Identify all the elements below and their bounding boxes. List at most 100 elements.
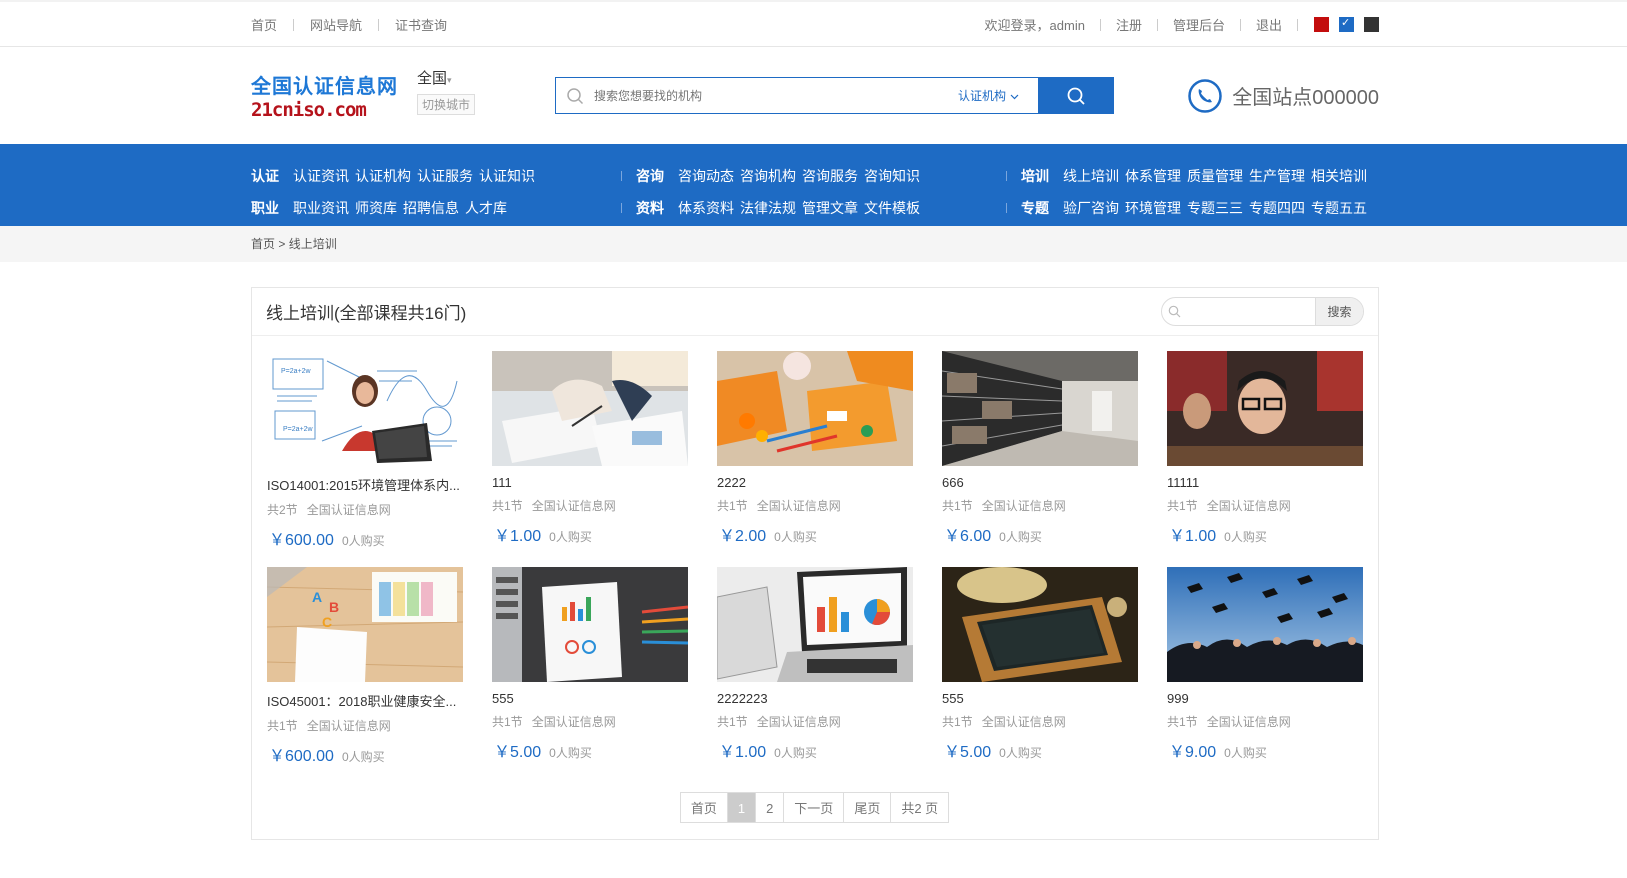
- nav-item[interactable]: 招聘信息: [403, 198, 459, 218]
- nav-item[interactable]: 专题三三: [1187, 198, 1243, 218]
- nav-item[interactable]: 人才库: [465, 198, 507, 218]
- course-thumbnail[interactable]: [1167, 567, 1363, 682]
- search-type-dropdown[interactable]: 认证机构: [958, 78, 1038, 113]
- logout-link[interactable]: 退出: [1256, 15, 1282, 34]
- breadcrumb-home[interactable]: 首页: [251, 237, 275, 251]
- course-search-input[interactable]: [1186, 298, 1315, 325]
- breadcrumb: 首页 > 线上培训: [251, 226, 1379, 262]
- course-title[interactable]: 555: [942, 691, 1138, 706]
- pager-page-1[interactable]: 1: [726, 792, 757, 823]
- course-card[interactable]: 2222223 共1节 全国认证信息网 ￥1.00 0人购买: [717, 567, 913, 783]
- nav-item[interactable]: 验厂咨询: [1063, 198, 1119, 218]
- register-link[interactable]: 注册: [1116, 15, 1142, 34]
- admin-link[interactable]: 管理后台: [1173, 15, 1225, 34]
- nav-item[interactable]: 认证知识: [479, 166, 535, 186]
- nav-item[interactable]: 咨询机构: [740, 166, 796, 186]
- course-title[interactable]: 999: [1167, 691, 1363, 706]
- theme-red-swatch[interactable]: [1314, 17, 1329, 32]
- nav-item[interactable]: 环境管理: [1125, 198, 1181, 218]
- nav-item[interactable]: 咨询服务: [802, 166, 858, 186]
- course-thumbnail[interactable]: [492, 567, 688, 682]
- nav-item[interactable]: 质量管理: [1187, 166, 1243, 186]
- course-search-button[interactable]: 搜索: [1315, 298, 1363, 325]
- course-card[interactable]: A B C ISO45001：2018职业健康安全... 共1节 全国认证信息网 …: [267, 567, 463, 783]
- pager-first[interactable]: 首页: [679, 792, 728, 823]
- course-card[interactable]: 11111 共1节 全国认证信息网 ￥1.00 0人购买: [1167, 351, 1363, 567]
- top-link-home[interactable]: 首页: [251, 15, 277, 34]
- nav-category[interactable]: 认证: [251, 166, 279, 186]
- course-thumbnail[interactable]: [717, 567, 913, 682]
- nav-item[interactable]: 线上培训: [1063, 166, 1119, 186]
- course-thumbnail[interactable]: [942, 351, 1138, 466]
- theme-dark-swatch[interactable]: [1364, 17, 1379, 32]
- nav-item[interactable]: 体系资料: [678, 198, 734, 218]
- nav-item[interactable]: 认证资讯: [293, 166, 349, 186]
- course-title[interactable]: 2222223: [717, 691, 913, 706]
- course-price-row: ￥1.00 0人购买: [492, 522, 688, 546]
- search-button[interactable]: [1038, 78, 1114, 113]
- nav-item[interactable]: 生产管理: [1249, 166, 1305, 186]
- course-thumbnail[interactable]: [1167, 351, 1363, 466]
- nav-row-2: 职业 职业资讯 师资库 招聘信息 人才库 资料 体系资料 法律法规 管理文章 文…: [251, 192, 1379, 224]
- course-price-row: ￥600.00 0人购买: [267, 742, 463, 766]
- course-sections: 共1节: [492, 715, 523, 729]
- breadcrumb-bar: 首页 > 线上培训: [0, 226, 1627, 262]
- nav-item[interactable]: 专题五五: [1311, 198, 1367, 218]
- course-thumbnail[interactable]: [717, 351, 913, 466]
- course-meta: 共1节 全国认证信息网: [717, 713, 913, 730]
- svg-text:A: A: [312, 589, 322, 605]
- nav-item[interactable]: 咨询知识: [864, 166, 920, 186]
- city-selector[interactable]: 全国▾ 切换城市: [417, 67, 476, 115]
- search-type-label: 认证机构: [958, 89, 1007, 103]
- search-input[interactable]: [594, 78, 959, 113]
- nav-item[interactable]: 认证机构: [355, 166, 411, 186]
- course-thumbnail[interactable]: P=2a+2w P=2a+2w: [267, 351, 463, 466]
- nav-item[interactable]: 咨询动态: [678, 166, 734, 186]
- nav-category[interactable]: 职业: [251, 198, 279, 218]
- site-logo[interactable]: 全国认证信息网 21cniso.com: [251, 70, 401, 121]
- nav-item[interactable]: 管理文章: [802, 198, 858, 218]
- top-link-site-nav[interactable]: 网站导航: [310, 15, 362, 34]
- nav-item[interactable]: 相关培训: [1311, 166, 1367, 186]
- course-price: ￥6.00: [944, 528, 992, 545]
- nav-category[interactable]: 咨询: [636, 166, 664, 186]
- divider: [1006, 171, 1007, 181]
- pager-total: 共2 页: [890, 792, 950, 823]
- theme-blue-swatch[interactable]: [1339, 16, 1354, 32]
- divider: [621, 203, 622, 213]
- nav-item[interactable]: 认证服务: [417, 166, 473, 186]
- course-thumbnail[interactable]: A B C: [267, 567, 463, 682]
- course-sections: 共1节: [942, 715, 973, 729]
- nav-item[interactable]: 法律法规: [740, 198, 796, 218]
- nav-item[interactable]: 专题四四: [1249, 198, 1305, 218]
- pager-page-2[interactable]: 2: [755, 792, 785, 823]
- nav-item[interactable]: 师资库: [355, 198, 397, 218]
- top-link-cert-query[interactable]: 证书查询: [395, 15, 447, 34]
- course-title[interactable]: 111: [492, 475, 688, 490]
- course-title[interactable]: 666: [942, 475, 1138, 490]
- course-title[interactable]: ISO45001：2018职业健康安全...: [267, 691, 463, 710]
- course-title[interactable]: 11111: [1167, 475, 1363, 490]
- nav-category[interactable]: 专题: [1021, 198, 1049, 218]
- course-card[interactable]: 555 共1节 全国认证信息网 ￥5.00 0人购买: [942, 567, 1138, 783]
- pager-last[interactable]: 尾页: [843, 792, 892, 823]
- nav-category[interactable]: 培训: [1021, 166, 1049, 186]
- city-switch-button[interactable]: 切换城市: [417, 93, 476, 115]
- course-title[interactable]: 2222: [717, 475, 913, 490]
- course-thumbnail[interactable]: [942, 567, 1138, 682]
- course-card[interactable]: 999 共1节 全国认证信息网 ￥9.00 0人购买: [1167, 567, 1363, 783]
- pager-next[interactable]: 下一页: [783, 792, 845, 823]
- nav-item[interactable]: 体系管理: [1125, 166, 1181, 186]
- course-title[interactable]: ISO14001:2015环境管理体系内...: [267, 475, 463, 494]
- course-title[interactable]: 555: [492, 691, 688, 706]
- course-thumbnail[interactable]: [492, 351, 688, 466]
- nav-item[interactable]: 文件模板: [864, 198, 920, 218]
- course-card[interactable]: P=2a+2w P=2a+2w ISO14001:2015环境管理体系内... …: [267, 351, 463, 567]
- course-card[interactable]: 111 共1节 全国认证信息网 ￥1.00 0人购买: [492, 351, 688, 567]
- divider: [1156, 18, 1158, 31]
- nav-item[interactable]: 职业资讯: [293, 198, 349, 218]
- course-card[interactable]: 666 共1节 全国认证信息网 ￥6.00 0人购买: [942, 351, 1138, 567]
- course-card[interactable]: 2222 共1节 全国认证信息网 ￥2.00 0人购买: [717, 351, 913, 567]
- nav-category[interactable]: 资料: [636, 198, 664, 218]
- course-card[interactable]: 555 共1节 全国认证信息网 ￥5.00 0人购买: [492, 567, 688, 783]
